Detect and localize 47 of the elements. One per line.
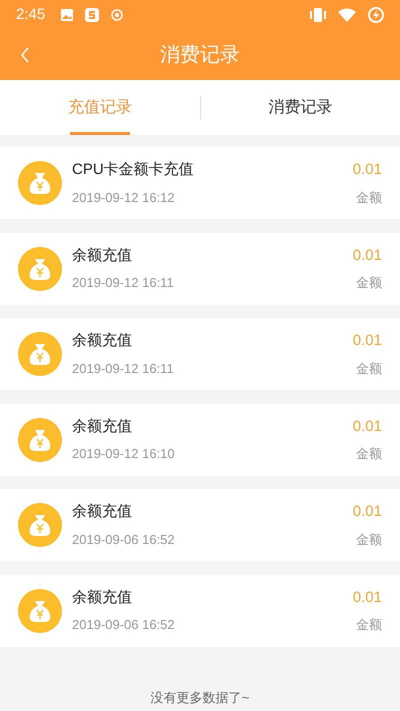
money-bag-icon [18, 246, 62, 290]
money-bag-icon [18, 588, 62, 632]
amount-label: 金额 [356, 360, 382, 378]
record-title: 余额充值 [72, 416, 133, 436]
record-amount: 0.01 [352, 160, 382, 180]
amount-label: 金额 [356, 188, 382, 206]
money-bag-icon [18, 332, 62, 376]
record-time: 2019-09-12 16:11 [72, 274, 175, 292]
record-title: 余额充值 [72, 502, 133, 522]
record-card[interactable]: 余额充值 2019-09-06 16:52 0.01 金额 [0, 489, 400, 561]
record-time: 2019-09-12 16:11 [72, 360, 175, 378]
vibrate-icon [310, 8, 326, 22]
amount-label: 金额 [356, 616, 382, 634]
record-time: 2019-09-12 16:12 [72, 188, 176, 206]
record-time: 2019-09-06 16:52 [72, 530, 176, 548]
record-amount: 0.01 [352, 416, 382, 436]
header-title: 消费记录 [160, 43, 240, 68]
money-bag-icon [18, 503, 62, 547]
record-amount: 0.01 [352, 588, 382, 608]
tab[interactable]: 消费记录 [200, 80, 400, 135]
no-more-data-text: 没有更多数据了~ [150, 688, 250, 706]
record-card[interactable]: CPU卡金额卡充值 2019-09-12 16:12 0.01 金额 [0, 147, 400, 219]
image-icon [61, 9, 74, 21]
status-time: 2:45 [16, 4, 46, 25]
record-card[interactable]: 余额充值 2019-09-12 16:11 0.01 金额 [0, 232, 400, 304]
money-bag-icon [18, 418, 62, 462]
record-title: CPU卡金额卡充值 [72, 160, 195, 180]
record-amount: 0.01 [352, 502, 382, 522]
battery-icon [368, 7, 384, 23]
back-icon [20, 47, 30, 63]
amount-label: 金额 [356, 445, 382, 463]
amount-label: 金额 [356, 530, 382, 548]
wifi-icon [338, 8, 356, 22]
record-card[interactable]: 余额充值 2019-09-12 16:10 0.01 金额 [0, 404, 400, 476]
record-time: 2019-09-06 16:52 [72, 616, 176, 634]
record-title: 余额充值 [72, 246, 133, 266]
record-time: 2019-09-12 16:10 [72, 445, 176, 463]
app-icon [85, 8, 100, 22]
record-title: 余额充值 [72, 331, 133, 351]
record-card[interactable]: 余额充值 2019-09-12 16:11 0.01 金额 [0, 318, 400, 390]
record-card[interactable]: 余额充值 2019-09-06 16:52 0.01 金额 [0, 574, 400, 646]
record-title: 余额充值 [72, 588, 133, 608]
record-icon [111, 9, 124, 21]
record-amount: 0.01 [352, 331, 382, 351]
record-amount: 0.01 [352, 246, 382, 266]
amount-label: 金额 [356, 274, 382, 292]
money-bag-icon [18, 161, 62, 205]
